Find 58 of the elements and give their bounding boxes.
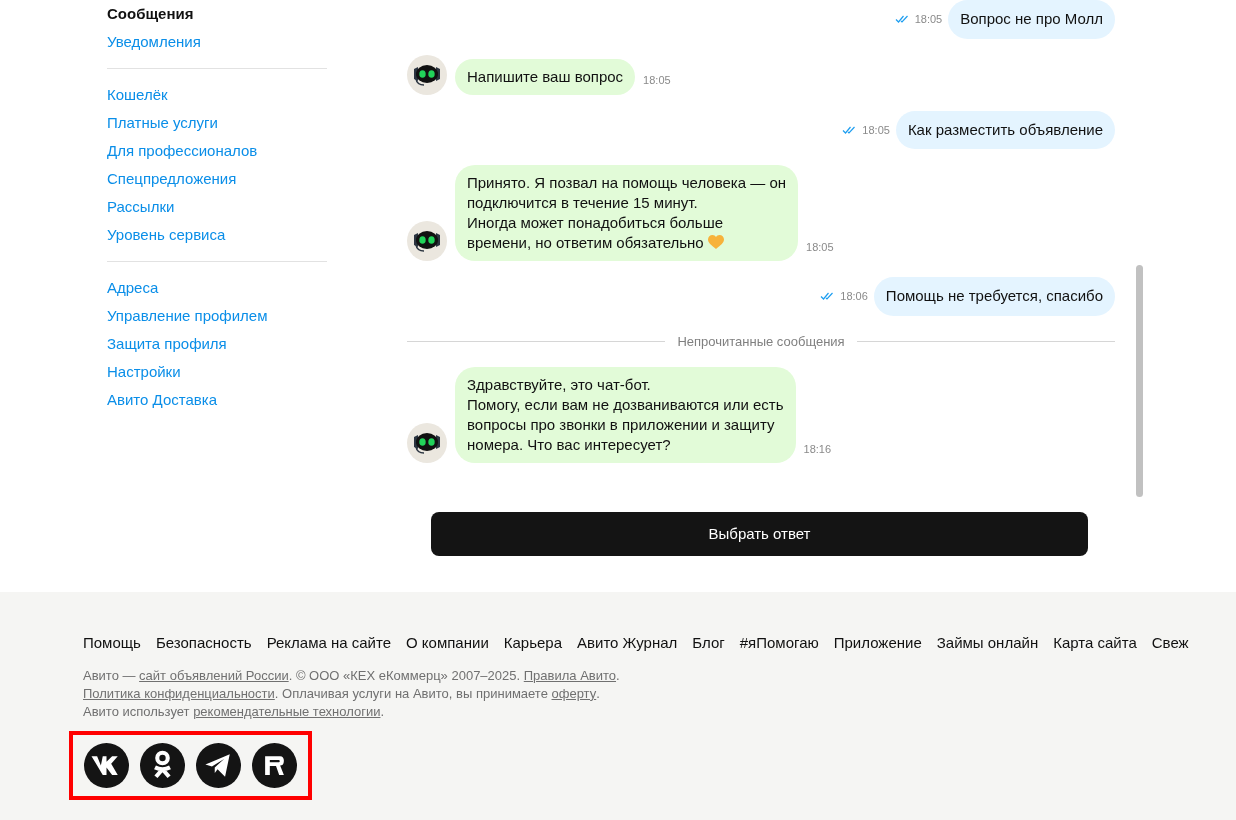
heart-icon — [707, 235, 724, 250]
message-time: 18:05 — [862, 122, 890, 138]
footer-link[interactable]: Карьера — [503, 632, 563, 655]
message-time: 18:06 — [840, 289, 868, 304]
unread-divider-label: Непрочитанные сообщения — [677, 332, 845, 351]
legal-text: . Оплачивая услуги на Авито, вы принимаете — [274, 684, 549, 703]
sidebar-link[interactable]: Авито Доставка — [107, 386, 327, 414]
outgoing-message-bubble: Помощь не требуется, спасибо — [873, 277, 1115, 316]
vk-logo-icon[interactable] — [84, 742, 129, 788]
legal-text: Авито — — [83, 666, 137, 685]
message-time: 18:05 — [643, 73, 671, 88]
footer-link[interactable]: Авито Журнал — [577, 632, 678, 655]
robot-avatar-icon — [407, 221, 447, 261]
legal-text: . — [380, 702, 385, 721]
footer-link[interactable]: Реклама на сайте — [266, 632, 392, 655]
ok-logo-icon[interactable] — [140, 742, 185, 788]
sidebar-link[interactable]: Защита профиля — [107, 330, 327, 358]
footer-link[interactable]: Приложение — [833, 632, 922, 655]
sidebar-link[interactable]: Настройки — [107, 358, 327, 386]
sidebar-link[interactable]: Уровень сервиса — [107, 221, 327, 249]
legal-text: . — [616, 666, 620, 685]
message-time: 18:05 — [914, 12, 943, 27]
sidebar-link[interactable]: Для профессионалов — [107, 137, 327, 165]
r-logo-icon[interactable] — [252, 742, 297, 788]
sidebar-link[interactable]: Уведомления — [107, 28, 327, 56]
sidebar-link[interactable]: Управление профилем — [107, 302, 327, 330]
footer-link[interactable]: Помощь — [83, 632, 141, 655]
footer-link[interactable]: Блог — [692, 632, 725, 655]
paper-plane-icon[interactable] — [196, 742, 241, 788]
sidebar-link[interactable]: Спецпредложения — [107, 165, 327, 193]
robot-avatar-icon — [407, 423, 447, 463]
footer-link[interactable]: Безопасность — [155, 632, 252, 655]
message-time: 18:05 — [806, 239, 834, 255]
footer-link[interactable]: Карта сайта — [1053, 632, 1137, 655]
legal-link[interactable]: оферту — [551, 684, 597, 703]
message-time: 18:16 — [803, 441, 832, 457]
footer-link[interactable]: Свеж — [1151, 632, 1189, 655]
sidebar-link[interactable]: Кошелёк — [107, 81, 327, 109]
incoming-message-bubble: Принято. Я позвал на помощь человека — он подключится в течение 15 минут. Иногда может понадобиться больше времени, но ответим обязательно — [455, 165, 799, 261]
robot-avatar-icon — [407, 54, 447, 95]
outgoing-message-bubble: Как разместить объявление — [895, 110, 1115, 149]
incoming-message-bubble: Здравствуйте, это чат-бот. Помогу, если вам не дозваниваются или есть вопросы про звонки в приложении и защиту номера. Что вас интересует? — [455, 367, 796, 463]
sidebar-link[interactable]: Адреса — [107, 274, 327, 302]
choose-answer-button[interactable]: Выбрать ответ — [431, 512, 1088, 556]
incoming-message-bubble: Напишите ваш вопрос — [455, 58, 636, 95]
legal-link[interactable]: сайт объявлений России — [139, 666, 289, 685]
scrollbar[interactable] — [1136, 265, 1143, 497]
sidebar-link[interactable]: Платные услуги — [107, 109, 327, 137]
legal-link[interactable]: Политика конфиденциальности — [83, 684, 275, 703]
footer-link[interactable]: Займы онлайн — [936, 632, 1039, 655]
legal-text: . © ООО «КЕХ еКоммерц» 2007–2025. — [288, 666, 522, 685]
legal-text: . — [596, 684, 600, 703]
sidebar-link[interactable]: Сообщения — [107, 0, 327, 28]
footer-link[interactable]: #яПомогаю — [739, 632, 819, 655]
outgoing-message-bubble: Вопрос не про Молл — [948, 0, 1115, 39]
footer-link[interactable]: О компании — [406, 632, 489, 655]
legal-text: Авито использует — [83, 702, 191, 721]
sidebar-link[interactable]: Рассылки — [107, 193, 327, 221]
